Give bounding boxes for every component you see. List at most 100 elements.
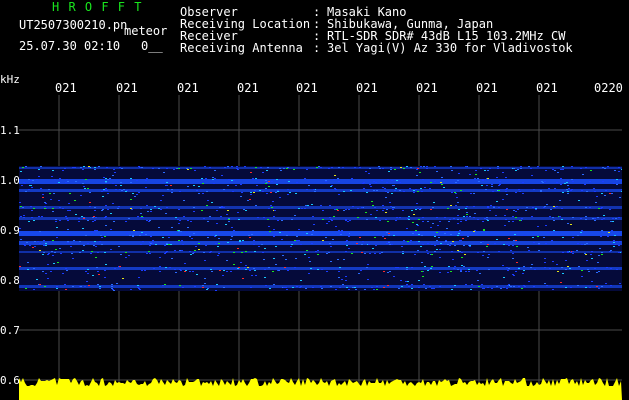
noise-speckle [490,205,492,206]
noise-speckle [392,209,394,210]
noise-speckle [437,225,439,226]
noise-speckle [258,246,260,247]
noise-speckle [39,231,41,232]
noise-speckle [114,268,116,269]
noise-speckle [58,200,60,201]
noise-speckle [72,286,74,287]
noise-speckle [298,208,300,209]
noise-speckle [214,178,216,179]
noise-speckle [105,205,107,206]
noise-speckle [262,191,264,192]
noise-speckle [354,167,356,168]
noise-speckle [610,221,612,222]
noise-speckle [213,183,215,184]
noise-speckle [428,269,430,270]
noise-speckle [113,221,115,222]
noise-speckle [95,257,97,258]
noise-speckle [23,244,25,245]
noise-speckle [483,229,485,230]
noise-speckle [562,166,564,167]
noise-speckle [119,167,121,168]
noise-speckle [178,168,180,169]
noise-speckle [267,167,269,168]
noise-speckle [87,220,89,221]
noise-speckle [523,285,525,286]
noise-speckle [19,228,21,229]
noise-speckle [85,179,87,180]
noise-speckle [125,221,127,222]
noise-speckle [560,282,562,283]
noise-speckle [549,268,551,269]
noise-speckle [482,255,484,256]
noise-speckle [465,271,467,272]
noise-speckle [98,166,100,167]
freq-tick-label: 1.1 [0,124,20,137]
noise-speckle [463,216,465,217]
noise-speckle [231,166,233,167]
noise-speckle [407,281,409,282]
noise-speckle [335,289,337,290]
noise-speckle [395,220,397,221]
noise-speckle [346,287,348,288]
noise-speckle [368,173,370,174]
noise-speckle [184,271,186,272]
noise-speckle [475,170,477,171]
noise-speckle [537,226,539,227]
noise-speckle [572,217,574,218]
noise-speckle [147,211,149,212]
noise-speckle [165,252,167,253]
noise-speckle [66,179,68,180]
noise-speckle [311,243,313,244]
noise-speckle [528,250,530,251]
noise-speckle [474,178,476,179]
noise-speckle [330,286,332,287]
noise-speckle [493,207,495,208]
noise-speckle [28,189,30,190]
noise-speckle [107,209,109,210]
noise-speckle [216,210,218,211]
noise-speckle [288,181,290,182]
noise-speckle [110,229,112,230]
noise-speckle [171,189,173,190]
noise-speckle [253,268,255,269]
noise-speckle [584,184,586,185]
noise-speckle [34,241,36,242]
noise-speckle [363,188,365,189]
noise-speckle [454,266,456,267]
noise-speckle [352,287,354,288]
time-tick-label: 021 [356,81,378,95]
noise-speckle [304,208,306,209]
noise-speckle [427,253,429,254]
noise-speckle [542,182,544,183]
noise-speckle [508,268,510,269]
noise-speckle [286,235,288,236]
noise-speckle [599,248,601,249]
noise-speckle [163,172,165,173]
noise-speckle [201,210,203,211]
noise-speckle [255,167,257,168]
noise-speckle [619,283,621,284]
noise-speckle [189,271,191,272]
noise-speckle [223,189,225,190]
noise-speckle [144,270,146,271]
noise-speckle [423,166,425,167]
noise-speckle [212,177,214,178]
noise-speckle [138,277,140,278]
noise-speckle [30,185,32,186]
noise-speckle [317,250,319,251]
noise-speckle [231,227,233,228]
noise-speckle [187,186,189,187]
noise-speckle [209,252,211,253]
noise-speckle [417,250,419,251]
noise-speckle [438,237,440,238]
noise-speckle [523,266,525,267]
noise-speckle [312,216,314,217]
noise-speckle [461,257,463,258]
noise-speckle [187,169,189,170]
noise-speckle [56,237,58,238]
noise-speckle [50,199,52,200]
signal-power-strip [19,378,622,400]
noise-speckle [53,193,55,194]
noise-speckle [267,219,269,220]
noise-speckle [81,216,83,217]
